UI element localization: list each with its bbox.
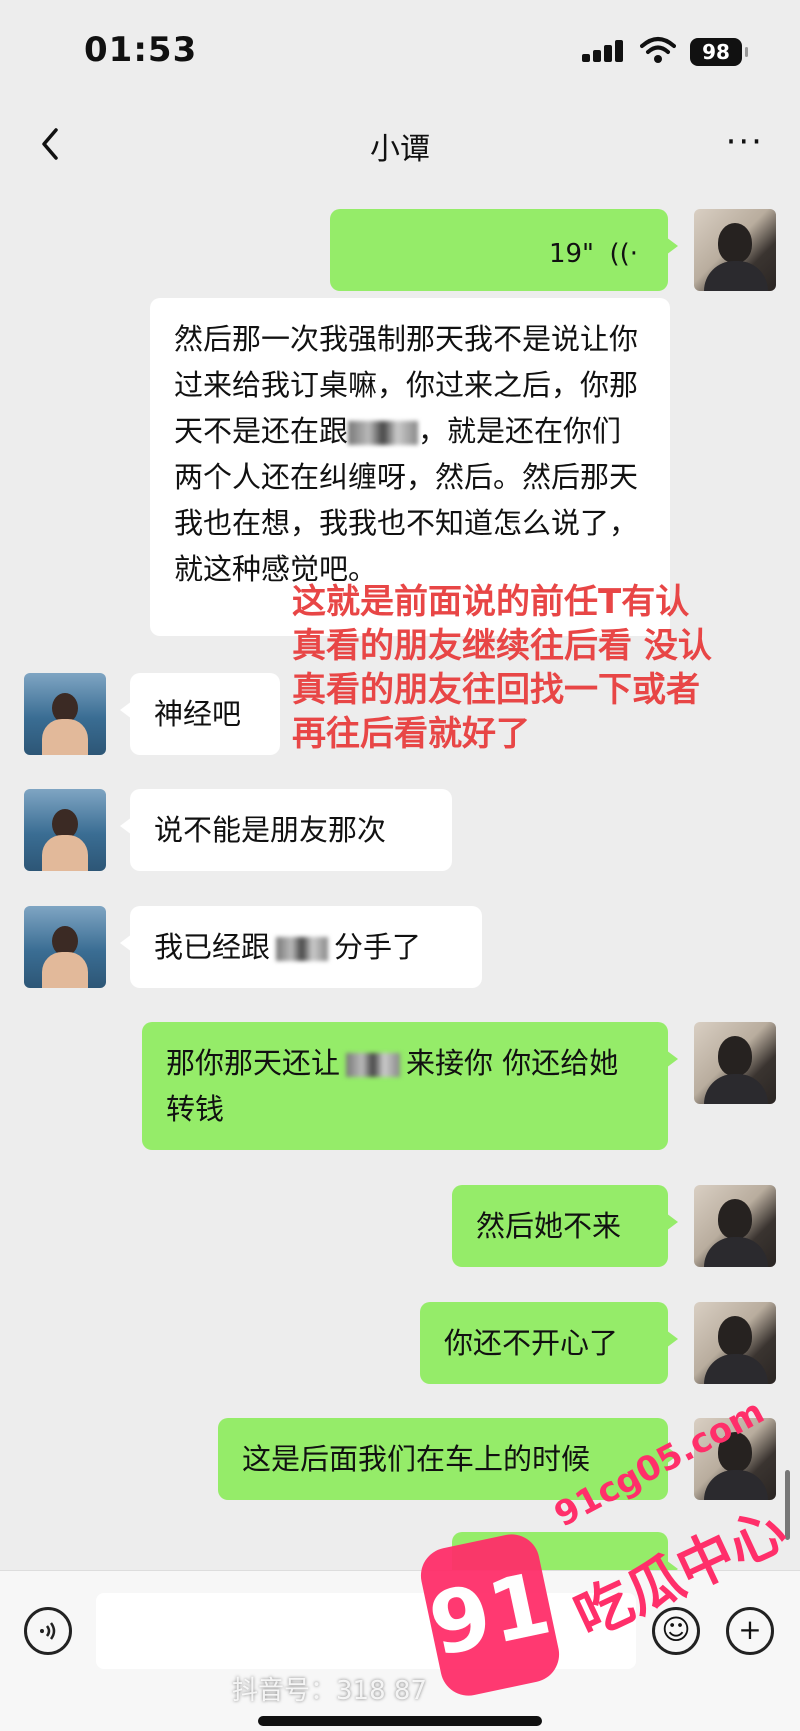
more-options-icon[interactable]: ···: [726, 125, 764, 159]
home-indicator[interactable]: [258, 1716, 542, 1726]
add-icon[interactable]: +: [726, 1607, 774, 1655]
message-text: 你还不开心了: [444, 1326, 619, 1360]
battery-indicator: 98: [690, 38, 748, 66]
avatar-contact[interactable]: [24, 906, 106, 988]
tiktok-watermark: 抖音号：318 87: [232, 1676, 427, 1706]
avatar-me[interactable]: [694, 1302, 776, 1384]
avatar-contact[interactable]: [24, 673, 106, 755]
message-bubble[interactable]: 你还不开心了: [420, 1302, 678, 1384]
message-text-cont: 分手了: [334, 930, 422, 964]
signal-icon: [582, 40, 626, 62]
scrollbar[interactable]: [785, 1470, 790, 1540]
message-bubble[interactable]: 我已经跟 分手了: [120, 906, 482, 988]
voice-message-bubble[interactable]: 19" ((·: [330, 209, 678, 291]
chat-header: 小谭 ···: [0, 110, 800, 180]
chat-title: 小谭: [370, 132, 430, 167]
message-text: 然后她不来: [476, 1209, 622, 1243]
message-text: 那你那天还让: [166, 1046, 341, 1080]
message-bubble[interactable]: 那你那天还让 来接你 你还给她转钱: [142, 1022, 678, 1150]
voice-wave-icon: [40, 1622, 56, 1640]
redacted-name: [348, 421, 419, 445]
message-bubble[interactable]: 神经吧: [120, 673, 280, 755]
avatar-me[interactable]: [694, 1022, 776, 1104]
voice-duration: 19": [548, 239, 594, 269]
voice-input-icon[interactable]: [24, 1607, 72, 1655]
message-text: 神经吧: [154, 697, 242, 731]
redacted-name: [276, 937, 329, 961]
message-text: 这是后面我们在车上的时候: [242, 1442, 591, 1476]
wifi-icon: [640, 37, 676, 63]
voice-wave-icon: ((·: [609, 239, 638, 269]
status-time: 01:53: [84, 30, 198, 70]
message-text: 说不能是朋友那次: [154, 813, 387, 847]
red-annotation: 这就是前面说的前任T有认真看的朋友继续往后看 没认真看的朋友往回找一下或者再往后…: [292, 582, 712, 754]
redacted-name: [346, 1053, 401, 1077]
avatar-me[interactable]: [694, 1185, 776, 1267]
message-bubble[interactable]: 然后她不来: [452, 1185, 678, 1267]
message-bubble[interactable]: 说不能是朋友那次: [120, 789, 452, 871]
avatar-me[interactable]: [694, 209, 776, 291]
message-text: 我已经跟: [154, 930, 271, 964]
avatar-contact[interactable]: [24, 789, 106, 871]
status-bar: 01:53 98: [0, 0, 800, 110]
